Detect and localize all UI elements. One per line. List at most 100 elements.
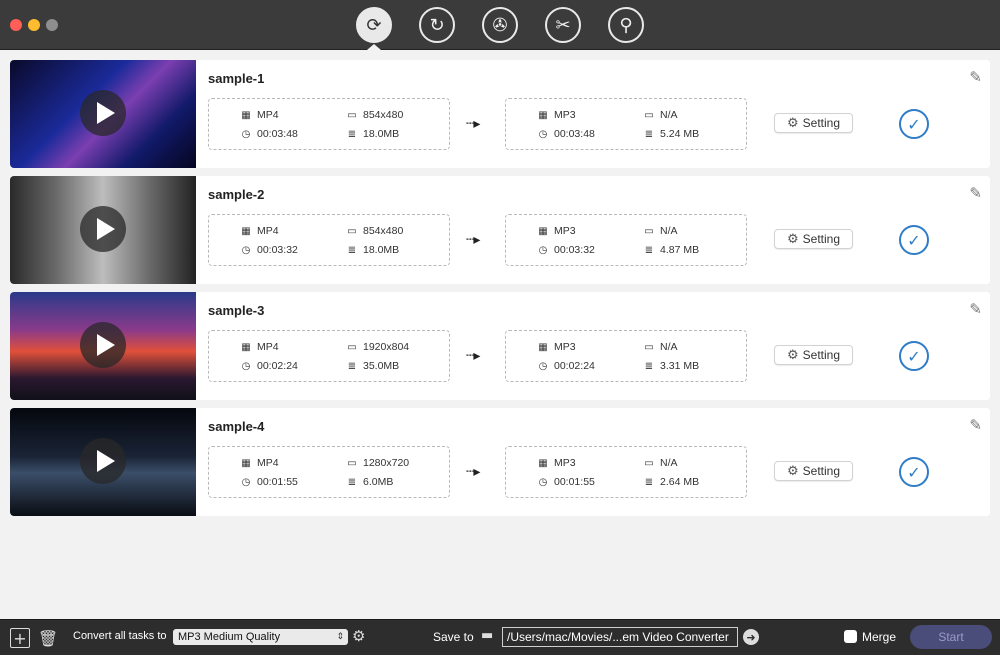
target-format: MP3	[554, 457, 576, 469]
window-maximize-button[interactable]	[46, 19, 58, 31]
source-size: 18.0MB	[363, 244, 400, 256]
target-resolution: N/A	[660, 341, 678, 353]
source-resolution: 1920x804	[363, 341, 410, 353]
film-reel-scissors-icon: ✂	[555, 14, 571, 36]
edit-pencil-icon[interactable]: ✎	[969, 300, 982, 318]
convert-arrow-icon: ┄▸	[466, 464, 481, 480]
plus-icon: +	[13, 628, 27, 648]
video-thumbnail[interactable]	[10, 60, 196, 168]
source-format-box: ▦ MP4 ▭ 1920x804 ◷ 00:02:24 ≣ 35.0MB	[208, 330, 450, 382]
edit-pencil-icon[interactable]: ✎	[969, 68, 982, 86]
target-duration: 00:03:48	[554, 128, 595, 140]
database-icon: ≣	[644, 476, 654, 488]
save-path-field[interactable]: /Users/mac/Movies/...em Video Converter	[502, 627, 738, 647]
play-icon[interactable]	[80, 438, 126, 484]
monitor-icon: ▭	[347, 341, 357, 353]
clock-icon: ◷	[538, 476, 548, 488]
clock-icon: ◷	[241, 360, 251, 372]
convert-arrow-icon: ┄▸	[466, 348, 481, 364]
rotate-tool-button[interactable]: ↻	[419, 7, 455, 43]
target-size: 2.64 MB	[660, 476, 700, 488]
bottom-bar: + 🗑 Convert all tasks to MP3 Medium Qual…	[0, 619, 1000, 655]
task-title: sample-1	[208, 71, 265, 86]
convert-all-select[interactable]: MP3 Medium Quality ⇕	[173, 629, 348, 645]
gear-icon: ⚙	[786, 231, 799, 247]
folder-icon[interactable]: ▬	[481, 628, 499, 644]
start-button[interactable]: Start	[910, 625, 992, 649]
clock-icon: ◷	[241, 128, 251, 140]
task-title: sample-3	[208, 303, 265, 318]
edit-pencil-icon[interactable]: ✎	[969, 416, 982, 434]
add-file-button[interactable]: +	[10, 628, 30, 648]
play-icon[interactable]	[80, 206, 126, 252]
clock-icon: ◷	[538, 128, 548, 140]
window-minimize-button[interactable]	[28, 19, 40, 31]
film-reel-icon: ✇	[492, 14, 508, 36]
task-title: sample-2	[208, 187, 265, 202]
setting-button[interactable]: ⚙ Setting	[774, 113, 853, 133]
target-format-box[interactable]: ▦ MP3 ▭ N/A ◷ 00:01:55 ≣ 2.64 MB	[505, 446, 747, 498]
setting-button[interactable]: ⚙ Setting	[774, 345, 853, 365]
clock-icon: ◷	[241, 244, 251, 256]
monitor-icon: ▭	[644, 341, 654, 353]
window-close-button[interactable]	[10, 19, 22, 31]
check-circle-icon[interactable]: ✓	[899, 225, 929, 255]
source-format: MP4	[257, 457, 279, 469]
film-icon: ▦	[241, 225, 251, 237]
film-reel-search-icon: ⚲	[619, 14, 633, 36]
check-circle-icon[interactable]: ✓	[899, 109, 929, 139]
monitor-icon: ▭	[644, 457, 654, 469]
film-icon: ▦	[241, 341, 251, 353]
setting-label: Setting	[802, 348, 840, 362]
monitor-icon: ▭	[347, 225, 357, 237]
film-icon: ▦	[538, 109, 548, 121]
target-format: MP3	[554, 341, 576, 353]
play-icon[interactable]	[80, 322, 126, 368]
delete-button[interactable]: 🗑	[38, 628, 58, 648]
source-duration: 00:01:55	[257, 476, 298, 488]
target-format-box[interactable]: ▦ MP3 ▭ N/A ◷ 00:02:24 ≣ 3.31 MB	[505, 330, 747, 382]
source-duration: 00:02:24	[257, 360, 298, 372]
film-tool-2-button[interactable]: ✂	[545, 7, 581, 43]
task-row: sample-2 ✎ ▦ MP4 ▭ 854x480 ◷ 00:03:32 ≣ 18.0…	[10, 176, 990, 284]
target-format-box[interactable]: ▦ MP3 ▭ N/A ◷ 00:03:32 ≣ 4.87 MB	[505, 214, 747, 266]
film-tool-3-button[interactable]: ⚲	[608, 7, 644, 43]
target-size: 4.87 MB	[660, 244, 700, 256]
database-icon: ≣	[644, 360, 654, 372]
source-format: MP4	[257, 109, 279, 121]
target-format-box[interactable]: ▦ MP3 ▭ N/A ◷ 00:03:48 ≣ 5.24 MB	[505, 98, 747, 150]
convert-all-label: Convert all tasks to	[73, 630, 167, 642]
convert-arrow-icon: ┄▸	[466, 116, 481, 132]
video-thumbnail[interactable]	[10, 176, 196, 284]
check-circle-icon[interactable]: ✓	[899, 457, 929, 487]
monitor-icon: ▭	[347, 109, 357, 121]
target-size: 3.31 MB	[660, 360, 700, 372]
film-tool-1-button[interactable]: ✇	[482, 7, 518, 43]
check-circle-icon[interactable]: ✓	[899, 341, 929, 371]
merge-checkbox[interactable]	[844, 630, 857, 643]
task-title: sample-4	[208, 419, 265, 434]
task-row: sample-4 ✎ ▦ MP4 ▭ 1280x720 ◷ 00:01:55 ≣ 6.0…	[10, 408, 990, 516]
convert-all-value: MP3 Medium Quality	[178, 631, 281, 643]
target-resolution: N/A	[660, 225, 678, 237]
database-icon: ≣	[644, 244, 654, 256]
clock-icon: ◷	[241, 476, 251, 488]
setting-button[interactable]: ⚙ Setting	[774, 461, 853, 481]
database-icon: ≣	[347, 476, 357, 488]
source-size: 35.0MB	[363, 360, 400, 372]
film-icon: ▦	[241, 109, 251, 121]
video-thumbnail[interactable]	[10, 292, 196, 400]
video-thumbnail[interactable]	[10, 408, 196, 516]
edit-pencil-icon[interactable]: ✎	[969, 184, 982, 202]
play-icon[interactable]	[80, 90, 126, 136]
convert-icon: ⟳	[366, 14, 382, 36]
open-folder-arrow-icon[interactable]: ➜	[743, 629, 759, 645]
convert-tool-button[interactable]: ⟳	[356, 7, 392, 43]
task-row: sample-3 ✎ ▦ MP4 ▭ 1920x804 ◷ 00:02:24 ≣ 35.…	[10, 292, 990, 400]
database-icon: ≣	[347, 128, 357, 140]
convert-arrow-icon: ┄▸	[466, 232, 481, 248]
setting-button[interactable]: ⚙ Setting	[774, 229, 853, 249]
preset-gear-icon[interactable]: ⚙	[352, 627, 365, 645]
top-toolbar: ⟳ ↻ ✇ ✂ ⚲	[0, 0, 1000, 50]
source-size: 6.0MB	[363, 476, 394, 488]
